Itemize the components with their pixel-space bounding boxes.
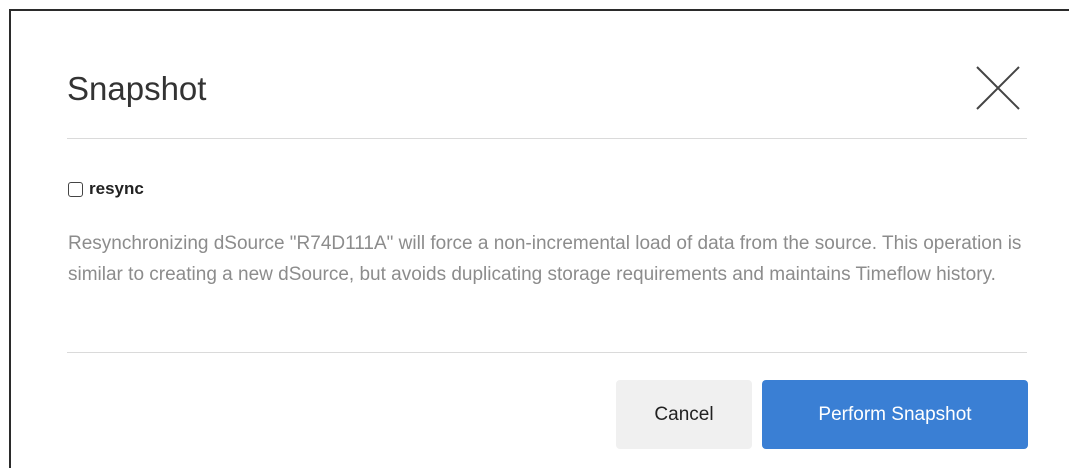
resync-checkbox[interactable] xyxy=(68,181,83,197)
footer-divider xyxy=(67,352,1027,353)
perform-snapshot-button[interactable]: Perform Snapshot xyxy=(762,380,1028,449)
resync-option[interactable]: resync xyxy=(68,178,144,200)
close-icon[interactable] xyxy=(971,61,1025,115)
dialog-title: Snapshot xyxy=(67,70,207,107)
header-divider xyxy=(67,138,1027,139)
resync-description: Resynchronizing dSource "R74D111A" will … xyxy=(68,233,1022,285)
snapshot-dialog: Snapshot resync Resynchronizing dSource … xyxy=(9,9,1069,468)
cancel-button[interactable]: Cancel xyxy=(616,380,752,449)
resync-label: resync xyxy=(89,179,144,198)
